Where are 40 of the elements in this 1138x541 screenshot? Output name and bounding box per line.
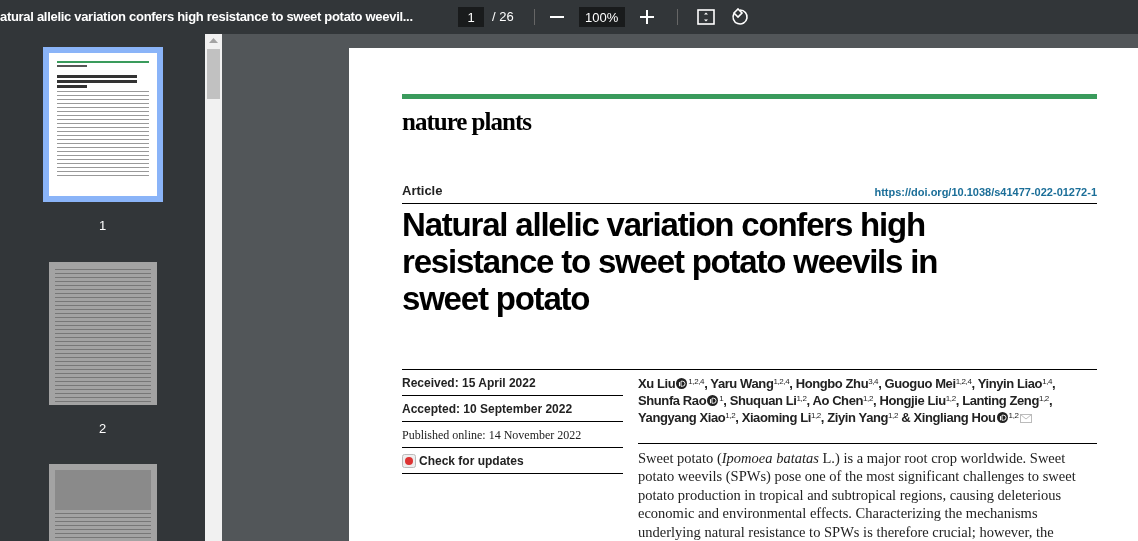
page-number: 2 xyxy=(98,419,107,438)
article-title: Natural allelic variation confers high resistance to sweet potato weevils in sweet potato xyxy=(402,206,939,317)
date-text: Accepted: 10 September 2022 xyxy=(402,400,573,418)
author-name: Xiaoming Li$^{1,2}$, xyxy=(741,410,826,425)
orcid-icon[interactable] xyxy=(676,378,688,389)
article-type: Article xyxy=(402,181,443,200)
rotate-icon xyxy=(730,8,749,26)
minus-icon xyxy=(549,16,564,18)
date-text: Received: 15 April 2022 xyxy=(402,374,536,392)
author-name: Yinyin Liao$^{1,4}$, xyxy=(977,376,1056,391)
author-name: Xingliang Hou $^{1,2}$ xyxy=(913,410,1032,425)
update-badge-icon xyxy=(402,453,416,468)
page-number: 1 xyxy=(98,217,107,235)
author-name: Ao Chen$^{1,2}$, xyxy=(812,393,878,408)
scrollbar-thumb[interactable] xyxy=(207,49,220,99)
author-name: Hongbo Zhu$^{3,4}$, xyxy=(795,376,883,391)
doi-link[interactable]: https://doi.org/10.1038/s41477-022-01272-1 xyxy=(874,183,1097,200)
date-text: Published online: 14 November 2022 xyxy=(402,426,582,444)
page-thumbnail[interactable] xyxy=(48,261,157,405)
zoom-field[interactable]: 100% xyxy=(578,7,625,27)
journal-name: nature plants xyxy=(402,107,533,137)
author-name: Lanting Zeng$^{1,2}$, xyxy=(962,393,1053,408)
plus-icon xyxy=(639,10,654,24)
author-name: Ziyin Yang$^{1,2}$ & xyxy=(827,410,912,425)
page-thumbnail[interactable] xyxy=(42,47,163,202)
orcid-icon[interactable] xyxy=(707,395,719,406)
author-name: Yaru Wang$^{1,2,4}$, xyxy=(710,376,794,391)
fit-page-icon xyxy=(696,9,715,25)
author-name: Yangyang Xiao$^{1,2}$, xyxy=(638,410,740,425)
orcid-icon[interactable] xyxy=(996,412,1008,423)
check-updates-link[interactable]: Check for updates xyxy=(419,451,524,470)
author-name: Shuquan Li$^{1,2}$, xyxy=(729,393,811,408)
document-title: atural allelic variation confers high resistance to sweet potato weevil... xyxy=(0,9,414,25)
author-name: Xu Liu $^{1,2,4}$, xyxy=(638,376,709,391)
page-number-field[interactable]: 1 xyxy=(458,7,484,27)
abstract-text: Sweet potato (Ipomoea batatas L.) is a major root crop worldwide. Sweet potato weevils (SPWs) pose one of the most significant challenges to sweet potato production in tropical and subtropical regions, causing deleterious economic and environmental effects. Characterizing the mechanisms underlying natural resistance to SPWs is therefore crucial; however, the xyxy=(638,449,1077,541)
author-name: Guoguo Mei$^{1,2,4}$, xyxy=(884,376,976,391)
author-name: Hongjie Liu$^{1,2}$, xyxy=(879,393,960,408)
author-name: Shunfa Rao $^{1}$, xyxy=(638,393,728,408)
page-count: / 26 xyxy=(492,8,514,27)
